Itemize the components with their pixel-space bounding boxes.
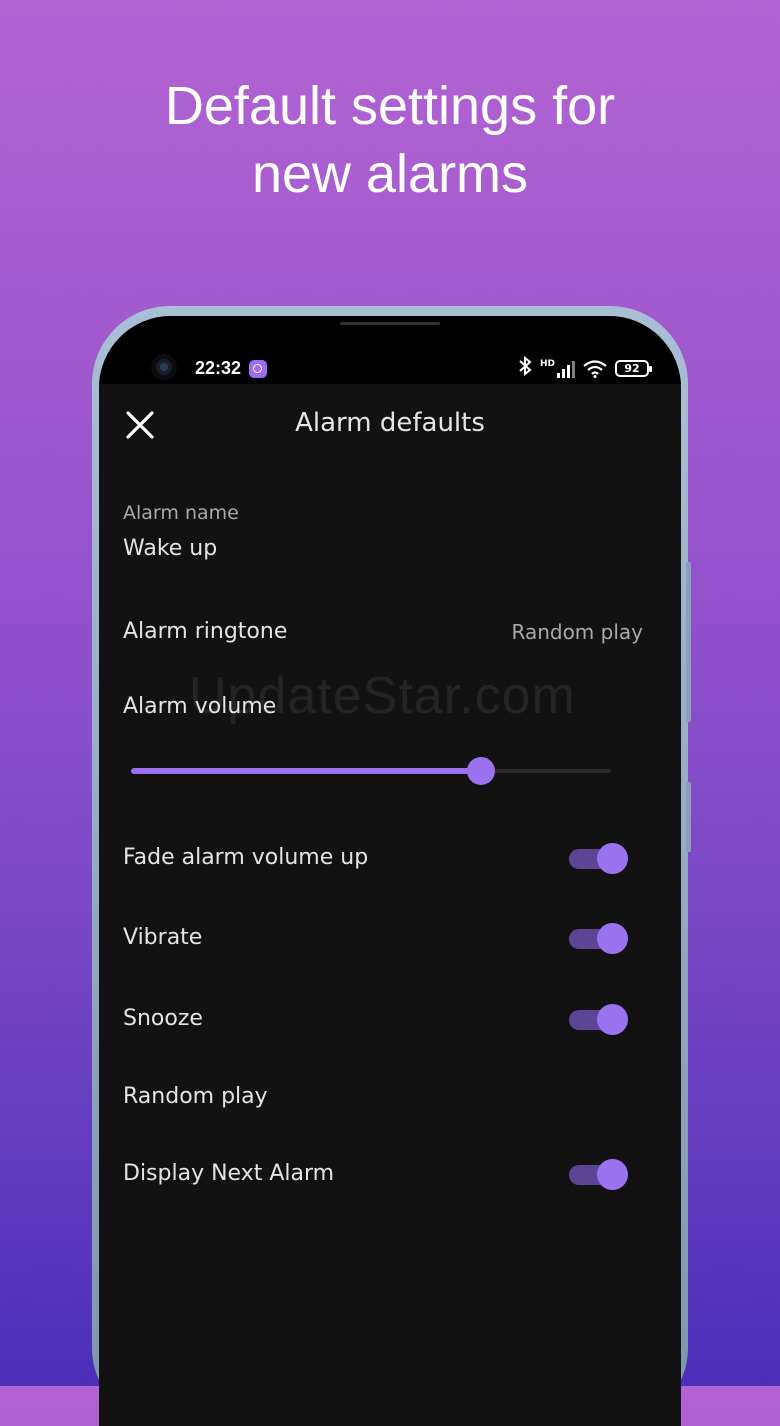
wifi-icon (583, 359, 607, 378)
alarm-app-icon (249, 360, 267, 378)
fade-volume-label: Fade alarm volume up (123, 845, 369, 870)
alarm-ringtone-label: Alarm ringtone (123, 619, 288, 644)
slider-fill (131, 768, 481, 774)
status-icons: HD 92 (518, 355, 652, 381)
status-time: 22:32 (195, 358, 242, 378)
front-camera (151, 354, 177, 380)
toggle-thumb (597, 843, 628, 874)
alarm-volume-label: Alarm volume (123, 694, 277, 719)
volume-button (686, 562, 691, 722)
alarm-ringtone-value: Random play (511, 620, 643, 644)
snooze-label: Snooze (123, 1006, 203, 1031)
toggle-thumb (597, 923, 628, 954)
status-bar: 22:32 HD 92 (99, 316, 681, 384)
alarm-volume-slider[interactable] (131, 756, 611, 786)
page-title: Alarm defaults (295, 408, 485, 438)
display-next-alarm-toggle[interactable] (569, 1157, 628, 1191)
bluetooth-icon (518, 355, 532, 381)
snooze-toggle[interactable] (569, 1002, 628, 1036)
network-tag: HD (539, 358, 555, 369)
app-bar: Alarm defaults (99, 384, 681, 464)
power-button (686, 782, 691, 852)
fade-volume-toggle[interactable] (569, 841, 628, 875)
vibrate-label: Vibrate (123, 925, 203, 950)
promo-headline: Default settings for new alarms (0, 72, 780, 208)
promo-headline-line1: Default settings for (164, 76, 616, 136)
alarm-name-value: Wake up (123, 536, 218, 561)
random-play-setting[interactable]: Random play (123, 1084, 268, 1109)
phone-frame: 22:32 HD 92 Alarm defaults UpdateStar.co… (92, 306, 691, 1426)
promo-headline-line2: new alarms (251, 144, 529, 204)
toggle-thumb (597, 1004, 628, 1035)
alarm-name-label: Alarm name (123, 502, 239, 524)
slider-thumb[interactable] (467, 757, 495, 785)
display-next-alarm-label: Display Next Alarm (123, 1161, 335, 1186)
phone-screen: 22:32 HD 92 Alarm defaults UpdateStar.co… (99, 316, 681, 1426)
battery-icon: 92 (615, 360, 652, 377)
vibrate-toggle[interactable] (569, 921, 628, 955)
toggle-thumb (597, 1159, 628, 1190)
signal-icon (557, 360, 575, 378)
earpiece (340, 322, 440, 325)
